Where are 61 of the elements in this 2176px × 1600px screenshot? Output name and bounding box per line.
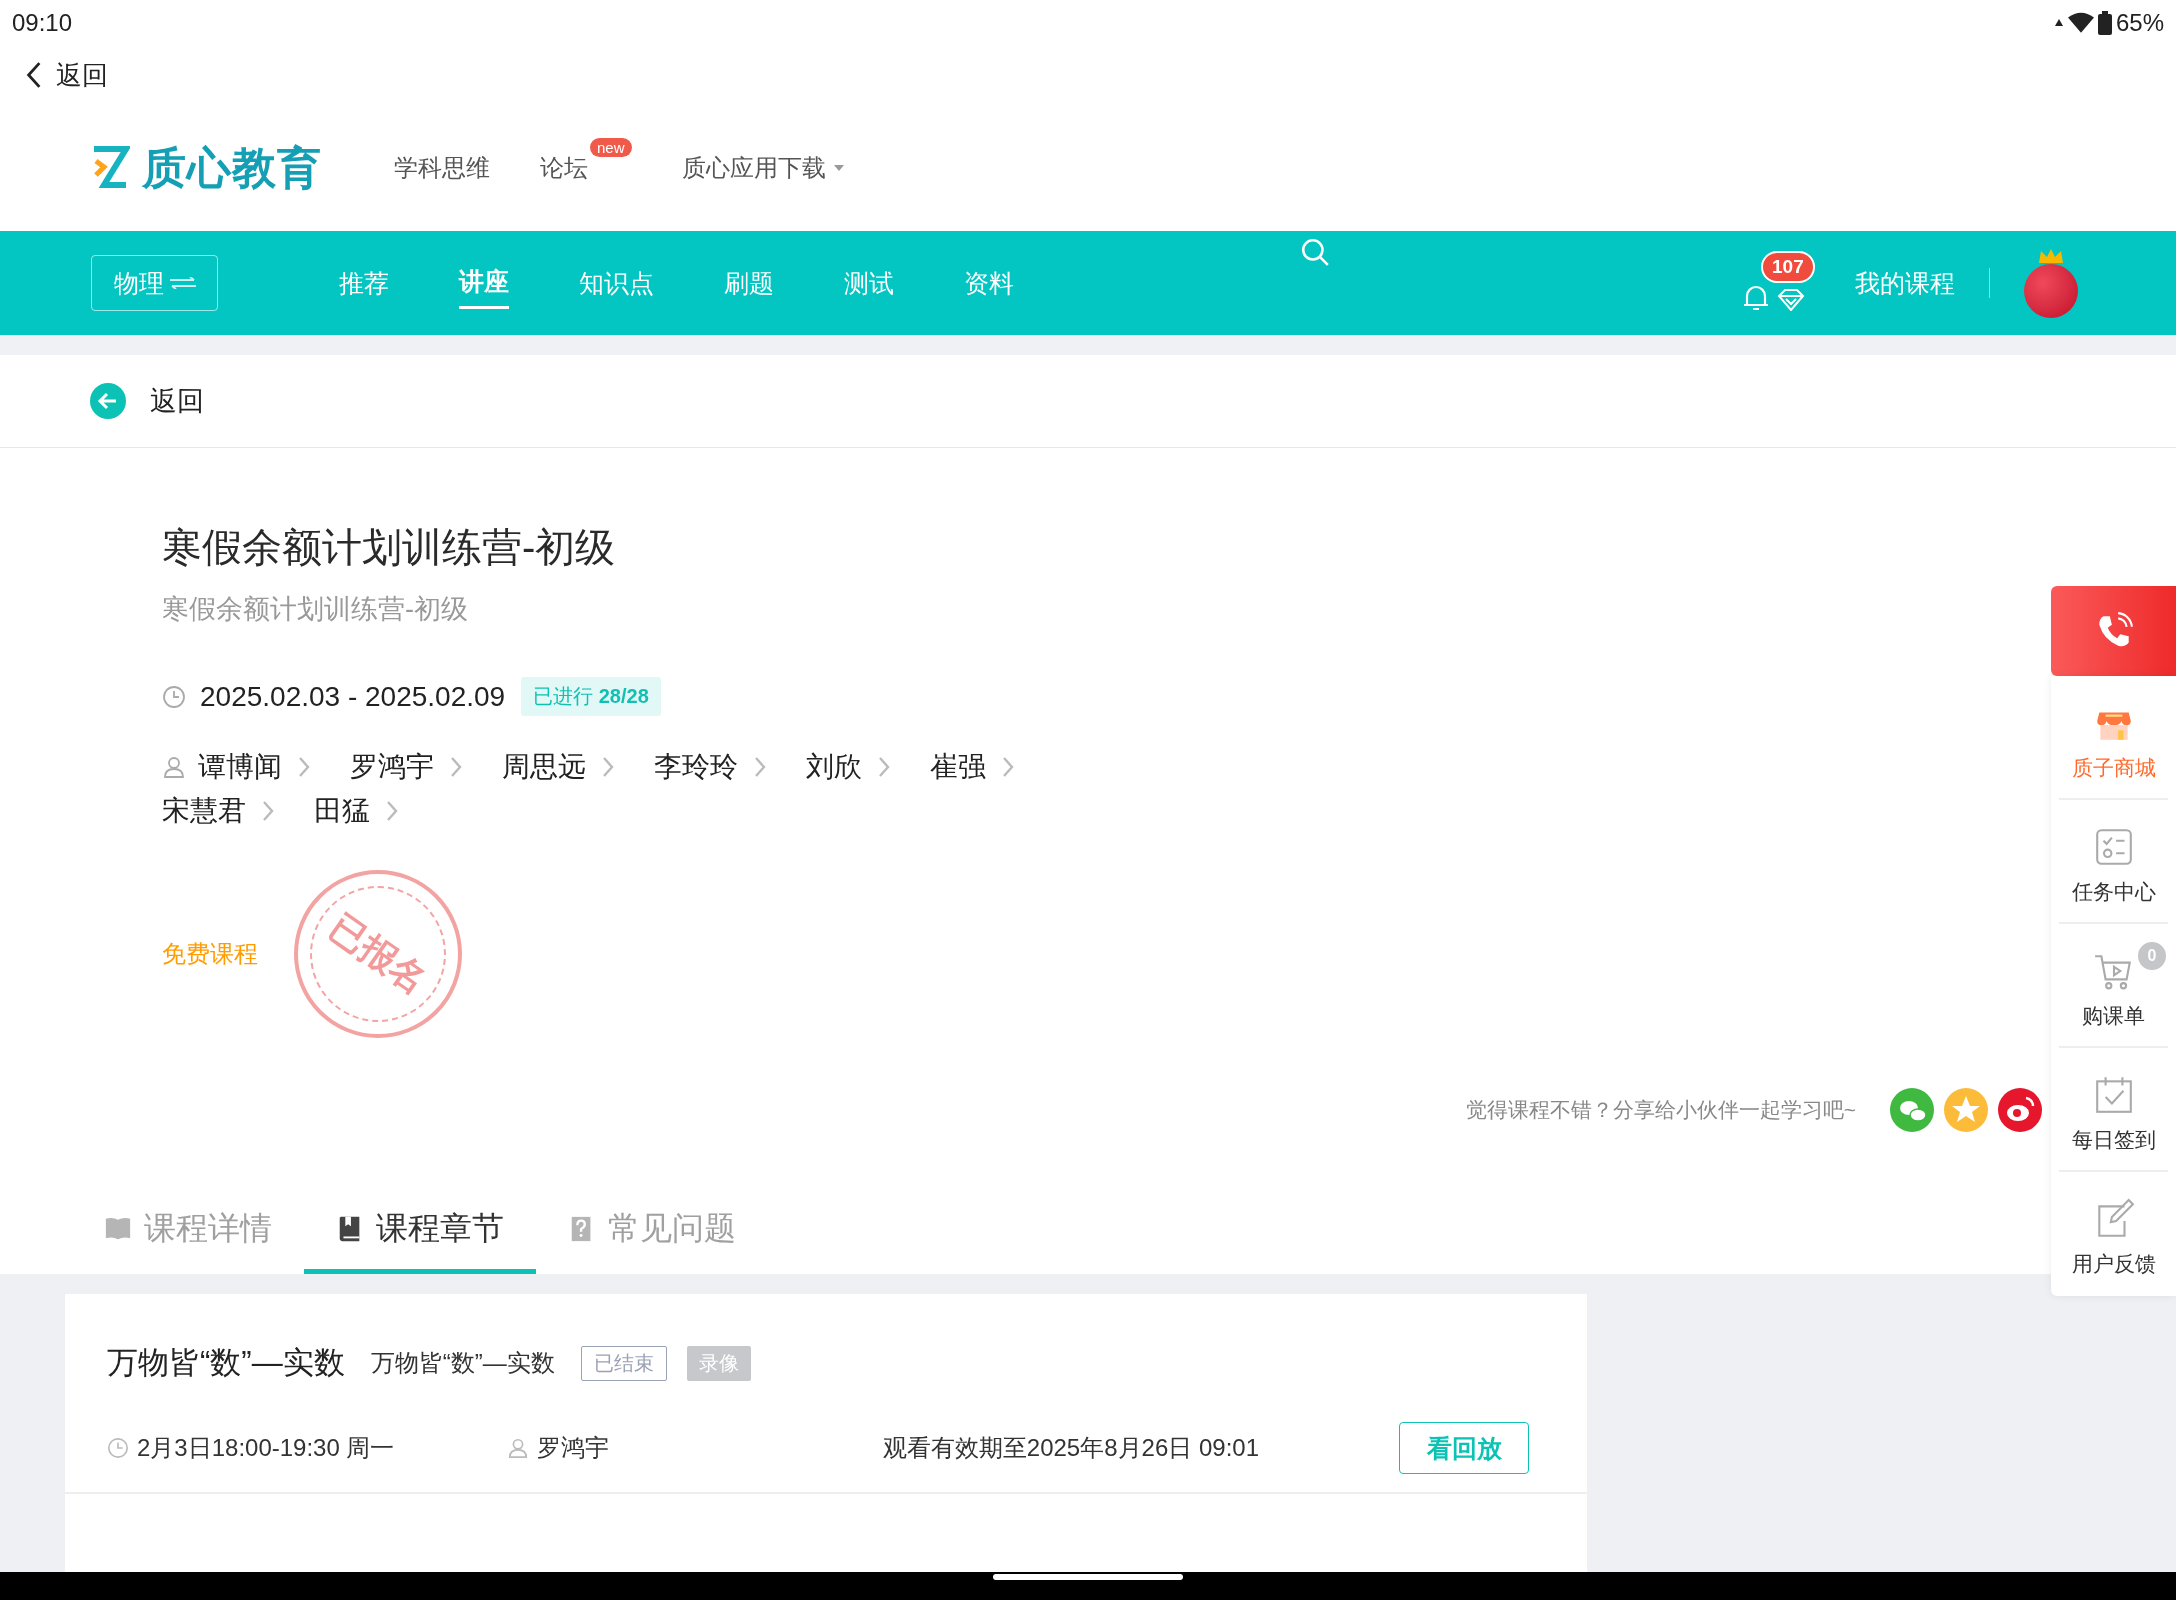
back-chevron-icon xyxy=(26,61,42,89)
course-title: 寒假余额计划训练营-初级 xyxy=(162,524,617,571)
chevron-right-icon xyxy=(1002,756,1014,778)
phone-button[interactable] xyxy=(2051,586,2176,676)
clock-time: 09:10 xyxy=(12,8,73,37)
back-link[interactable]: 返回 xyxy=(90,383,204,419)
person-icon xyxy=(162,755,186,779)
chapter-title: 万物皆“数”—实数 xyxy=(107,1344,345,1382)
side-menu-item[interactable]: 购课单 0 xyxy=(2059,924,2168,1048)
teacher-link[interactable]: 周思远 xyxy=(502,748,614,786)
battery-percent: 65% xyxy=(2115,8,2164,37)
status-tag: 已结束 xyxy=(580,1345,667,1381)
course-dates: 2025.02.03 - 2025.02.09 xyxy=(200,680,506,713)
new-badge: new xyxy=(590,138,632,157)
clock-icon xyxy=(107,1437,129,1459)
teacher-link[interactable]: 谭博闻 xyxy=(198,748,310,786)
side-menu-item[interactable]: 任务中心 xyxy=(2059,800,2168,924)
battery-icon xyxy=(2097,10,2112,35)
expiry-text: 观看有效期至2025年8月26日 09:01 xyxy=(882,1433,1259,1463)
clock-icon xyxy=(162,684,186,709)
bell-icon[interactable] xyxy=(1743,283,1769,311)
crown-icon xyxy=(2038,248,2064,264)
teacher-link[interactable]: 崔强 xyxy=(930,748,1014,786)
teacher-link[interactable]: 李玲玲 xyxy=(654,748,766,786)
wechat-icon[interactable] xyxy=(1890,1088,1934,1132)
chevron-right-icon xyxy=(386,800,398,822)
notification-count: 107 xyxy=(1761,251,1815,283)
side-menu-item[interactable]: 用户反馈 xyxy=(2059,1172,2168,1296)
teacher-link[interactable]: 罗鸿宇 xyxy=(350,748,462,786)
chevron-right-icon xyxy=(602,756,614,778)
avatar[interactable] xyxy=(2024,248,2078,318)
search-icon[interactable] xyxy=(1300,237,1330,267)
recording-tag: 录像 xyxy=(686,1345,751,1381)
wifi-icon xyxy=(2067,11,2094,34)
chevron-right-icon xyxy=(450,756,462,778)
chapter-time: 2月3日18:00-19:30 周一 xyxy=(137,1433,395,1463)
weibo-icon[interactable] xyxy=(1998,1088,2042,1132)
teacher-link[interactable]: 刘欣 xyxy=(806,748,890,786)
enrolled-stamp: 已报名 xyxy=(294,870,462,1038)
share-prompt: 觉得课程不错？分享给小伙伴一起学习吧~ xyxy=(1465,1097,1856,1123)
person-icon xyxy=(507,1437,529,1459)
chapter-subtitle: 万物皆“数”—实数 xyxy=(370,1348,555,1378)
back-button[interactable]: 返回 xyxy=(26,57,108,93)
chevron-right-icon xyxy=(878,756,890,778)
diamond-icon[interactable] xyxy=(1777,289,1805,311)
teacher-link[interactable]: 田猛 xyxy=(314,792,398,830)
chevron-right-icon xyxy=(298,756,310,778)
teacher-link[interactable]: 宋慧君 xyxy=(162,792,274,830)
progress-badge: 已进行 28/28 xyxy=(521,677,661,716)
chevron-right-icon xyxy=(262,800,274,822)
swap-arrows-icon xyxy=(169,277,196,289)
signal-arrow-icon xyxy=(2053,17,2064,28)
header-link[interactable]: 质心应用下载 xyxy=(681,152,844,184)
cart-count-badge: 0 xyxy=(2136,940,2168,972)
header-link[interactable]: 论坛 xyxy=(540,152,588,184)
header-link[interactable]: 学科思维 xyxy=(394,152,490,184)
free-course-label: 免费课程 xyxy=(162,939,258,969)
chevron-right-icon xyxy=(754,756,766,778)
chapter-teacher: 罗鸿宇 xyxy=(537,1433,609,1463)
course-subtitle: 寒假余额计划训练营-初级 xyxy=(162,593,469,626)
side-menu-item[interactable]: 每日签到 xyxy=(2059,1048,2168,1172)
